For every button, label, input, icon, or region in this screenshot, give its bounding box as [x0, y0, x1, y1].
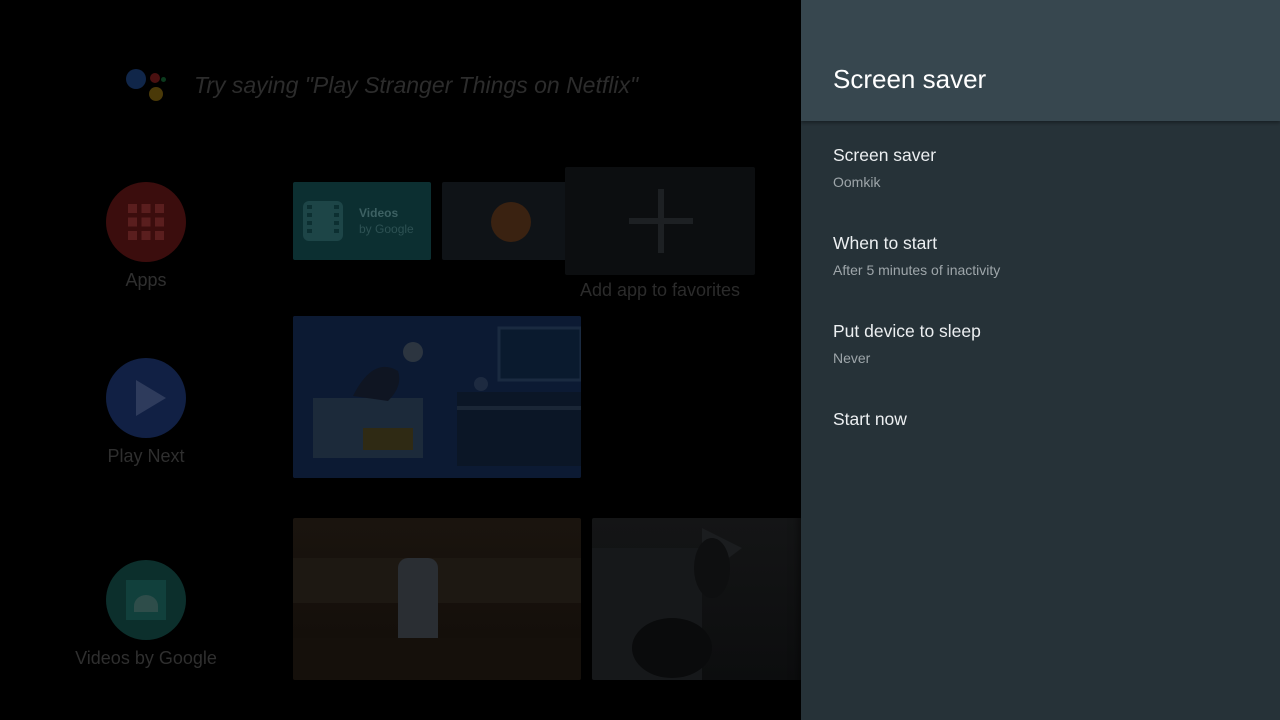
add-favorite-tile[interactable]	[565, 167, 755, 275]
videos-app-tile[interactable]: Videos by Google	[293, 182, 431, 260]
option-title: Screen saver	[833, 145, 937, 165]
videos-by-google-label: Videos by Google	[75, 648, 217, 668]
panel-title: Screen saver	[833, 64, 987, 94]
when-to-start-option[interactable]: When to start After 5 minutes of inactiv…	[801, 225, 1280, 305]
option-title: Put device to sleep	[833, 321, 981, 341]
video-thumbnail-2[interactable]	[592, 518, 802, 680]
add-favorite-label: Add app to favorites	[579, 280, 741, 300]
google-assistant-icon	[126, 67, 168, 105]
apps-icon[interactable]	[106, 182, 186, 262]
play-next-illustration-tile[interactable]	[293, 316, 581, 478]
videos-by-google-icon[interactable]	[106, 560, 186, 640]
play-next-icon[interactable]	[106, 358, 186, 438]
videos-tile-subtitle: by Google	[359, 222, 414, 236]
option-title: Start now	[833, 409, 907, 429]
option-title: When to start	[833, 233, 938, 253]
put-device-to-sleep-option[interactable]: Put device to sleep Never	[801, 313, 1280, 393]
assistant-hint: Try saying "Play Stranger Things on Netf…	[194, 72, 639, 98]
play-next-label: Play Next	[107, 446, 185, 466]
option-value: Never	[833, 350, 871, 366]
start-now-option[interactable]: Start now	[801, 401, 1280, 441]
film-strip-icon	[303, 201, 343, 241]
screen-saver-option[interactable]: Screen saver Oomkik	[801, 137, 1280, 217]
panel-header: Screen saver	[801, 0, 1280, 121]
tiger-app-tile[interactable]	[442, 182, 580, 260]
apps-label: Apps	[125, 270, 167, 290]
videos-tile-title: Videos	[359, 206, 399, 220]
option-value: After 5 minutes of inactivity	[833, 262, 1001, 278]
tiger-logo-icon	[491, 202, 531, 242]
settings-panel: Screen saver Screen saver Oomkik When to…	[801, 0, 1280, 720]
option-value: Oomkik	[833, 174, 881, 190]
video-thumbnail-1[interactable]	[293, 518, 581, 680]
